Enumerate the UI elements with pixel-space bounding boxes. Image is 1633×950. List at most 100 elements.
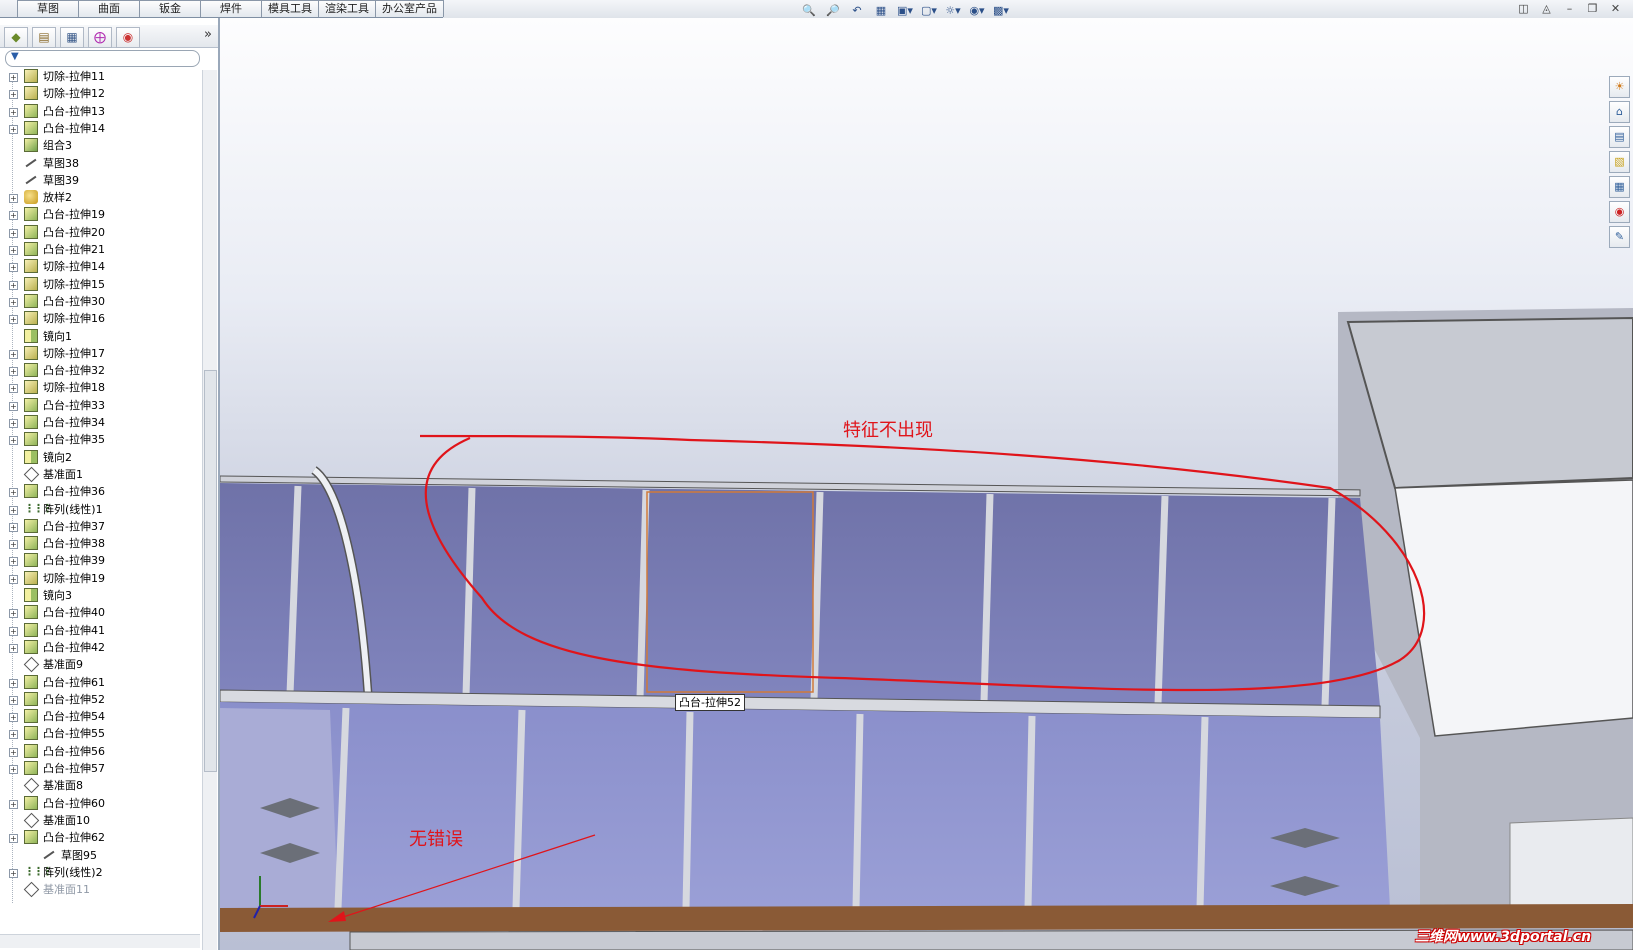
solidworks-resources-icon[interactable]: ☀: [1609, 76, 1630, 98]
tree-item[interactable]: + 凸台-拉伸38: [0, 535, 205, 553]
feature-manager-icon[interactable]: ◆: [4, 27, 28, 48]
expand-panel-chevron-icon[interactable]: »: [204, 27, 212, 42]
expand-toggle-icon[interactable]: +: [9, 297, 18, 307]
expand-toggle-icon[interactable]: +: [9, 367, 18, 377]
display-manager-icon[interactable]: ◉: [116, 27, 140, 48]
tree-item[interactable]: 镜向1: [0, 328, 205, 346]
expand-toggle-icon[interactable]: +: [9, 505, 18, 515]
expand-toggle-icon[interactable]: +: [9, 263, 18, 273]
tree-item[interactable]: + 凸台-拉伸33: [0, 397, 205, 415]
expand-toggle-icon[interactable]: +: [9, 609, 18, 619]
tab-weldments[interactable]: 焊件: [200, 0, 262, 17]
view-orientation-icon[interactable]: ▣▾: [896, 3, 914, 17]
view-palette-icon[interactable]: ▦: [1609, 176, 1630, 198]
tree-item[interactable]: + 切除-拉伸19: [0, 570, 205, 588]
display-style-icon[interactable]: ▢▾: [920, 3, 938, 17]
tree-item[interactable]: + 切除-拉伸16: [0, 310, 205, 328]
tree-item[interactable]: + 凸台-拉伸13: [0, 103, 205, 121]
restore-icon[interactable]: ❐: [1585, 2, 1600, 15]
tree-item[interactable]: + 凸台-拉伸41: [0, 622, 205, 640]
tree-horizontal-scrollbar[interactable]: [0, 934, 200, 948]
tree-item[interactable]: + 凸台-拉伸61: [0, 674, 205, 692]
expand-toggle-icon[interactable]: +: [9, 246, 18, 255]
tree-item[interactable]: + 切除-拉伸12: [0, 85, 205, 103]
tree-item[interactable]: 镜向2: [0, 449, 205, 467]
tree-item[interactable]: 基准面11: [0, 881, 205, 899]
minimize-icon[interactable]: –: [1562, 2, 1577, 15]
expand-toggle-icon[interactable]: +: [9, 834, 18, 844]
tree-item[interactable]: 草图38: [0, 155, 205, 173]
tree-item[interactable]: + ⋮⋮⋮ 阵列(线性)1: [0, 501, 205, 519]
tree-item[interactable]: + 切除-拉伸18: [0, 379, 205, 397]
expand-toggle-icon[interactable]: +: [9, 522, 18, 532]
tab-office-products[interactable]: 办公室产品: [375, 0, 444, 17]
tree-item[interactable]: + 凸台-拉伸36: [0, 483, 205, 501]
edit-appearance-icon[interactable]: ◉▾: [968, 3, 986, 17]
tree-filter-input[interactable]: ▼: [5, 50, 200, 67]
expand-toggle-icon[interactable]: +: [9, 228, 18, 238]
dimxpert-icon[interactable]: ⨁: [88, 27, 112, 48]
tile-right-icon[interactable]: ◬: [1539, 2, 1554, 15]
expand-toggle-icon[interactable]: +: [9, 315, 18, 325]
tab-sketch[interactable]: 草图: [17, 0, 79, 17]
tree-item[interactable]: 基准面9: [0, 656, 205, 674]
expand-toggle-icon[interactable]: +: [9, 747, 18, 757]
tree-item[interactable]: + 凸台-拉伸20: [0, 224, 205, 242]
tree-item[interactable]: + 凸台-拉伸60: [0, 795, 205, 813]
zoom-to-area-icon[interactable]: 🔎: [824, 3, 842, 17]
tree-item[interactable]: + 凸台-拉伸56: [0, 743, 205, 761]
tree-item[interactable]: + 凸台-拉伸14: [0, 120, 205, 138]
view-settings-icon[interactable]: ▩▾: [992, 3, 1010, 17]
file-explorer-icon[interactable]: ▧: [1609, 151, 1630, 173]
tree-vertical-scrollbar[interactable]: [202, 70, 217, 950]
appearances-icon[interactable]: ◉: [1609, 201, 1630, 223]
expand-toggle-icon[interactable]: +: [9, 540, 18, 550]
tree-item[interactable]: 组合3: [0, 137, 205, 155]
expand-toggle-icon[interactable]: +: [9, 436, 18, 446]
tree-item[interactable]: + 凸台-拉伸39: [0, 552, 205, 570]
graphics-area[interactable]: ☀ ⌂ ▤ ▧ ▦ ◉ ✎: [220, 18, 1633, 950]
expand-toggle-icon[interactable]: +: [9, 730, 18, 740]
tab-surface[interactable]: 曲面: [78, 0, 140, 17]
expand-toggle-icon[interactable]: +: [9, 384, 18, 394]
expand-toggle-icon[interactable]: +: [9, 124, 18, 134]
tree-item[interactable]: 草图39: [0, 172, 205, 190]
tree-item[interactable]: + 凸台-拉伸21: [0, 241, 205, 259]
section-view-icon[interactable]: ▦: [872, 3, 890, 17]
configuration-manager-icon[interactable]: ▦: [60, 27, 84, 48]
close-icon[interactable]: ✕: [1608, 2, 1623, 15]
expand-toggle-icon[interactable]: +: [9, 799, 18, 809]
tree-item[interactable]: + 凸台-拉伸42: [0, 639, 205, 657]
tab-render-tools[interactable]: 渲染工具: [318, 0, 376, 17]
tree-item[interactable]: + 凸台-拉伸55: [0, 725, 205, 743]
tree-item[interactable]: 镜向3: [0, 587, 205, 605]
expand-toggle-icon[interactable]: +: [9, 401, 18, 411]
expand-toggle-icon[interactable]: +: [9, 107, 18, 117]
expand-toggle-icon[interactable]: +: [9, 643, 18, 653]
custom-properties-icon[interactable]: ✎: [1609, 226, 1630, 248]
zoom-to-fit-icon[interactable]: 🔍: [800, 3, 818, 17]
previous-view-icon[interactable]: ↶: [848, 3, 866, 17]
expand-toggle-icon[interactable]: +: [9, 419, 18, 428]
tree-item[interactable]: + 凸台-拉伸40: [0, 604, 205, 622]
expand-toggle-icon[interactable]: +: [9, 194, 18, 204]
tree-item[interactable]: + 放样2: [0, 189, 205, 207]
expand-toggle-icon[interactable]: +: [9, 695, 18, 705]
expand-toggle-icon[interactable]: +: [9, 211, 18, 221]
expand-toggle-icon[interactable]: +: [9, 90, 18, 100]
tile-left-icon[interactable]: ◫: [1516, 2, 1531, 15]
expand-toggle-icon[interactable]: +: [9, 73, 18, 82]
tree-item[interactable]: 草图95: [0, 847, 205, 865]
tree-item[interactable]: + 切除-拉伸15: [0, 276, 205, 294]
tree-item[interactable]: 基准面1: [0, 466, 205, 484]
expand-toggle-icon[interactable]: +: [9, 488, 18, 498]
property-manager-icon[interactable]: ▤: [32, 27, 56, 48]
tree-item[interactable]: + 凸台-拉伸32: [0, 362, 205, 380]
hide-show-items-icon[interactable]: ☼▾: [944, 3, 962, 17]
tree-item[interactable]: + 凸台-拉伸19: [0, 206, 205, 224]
tree-item[interactable]: + 凸台-拉伸37: [0, 518, 205, 536]
tab-sheet-metal[interactable]: 钣金: [139, 0, 201, 17]
expand-toggle-icon[interactable]: +: [9, 765, 18, 774]
expand-toggle-icon[interactable]: +: [9, 713, 18, 723]
tree-item[interactable]: + 凸台-拉伸34: [0, 414, 205, 432]
